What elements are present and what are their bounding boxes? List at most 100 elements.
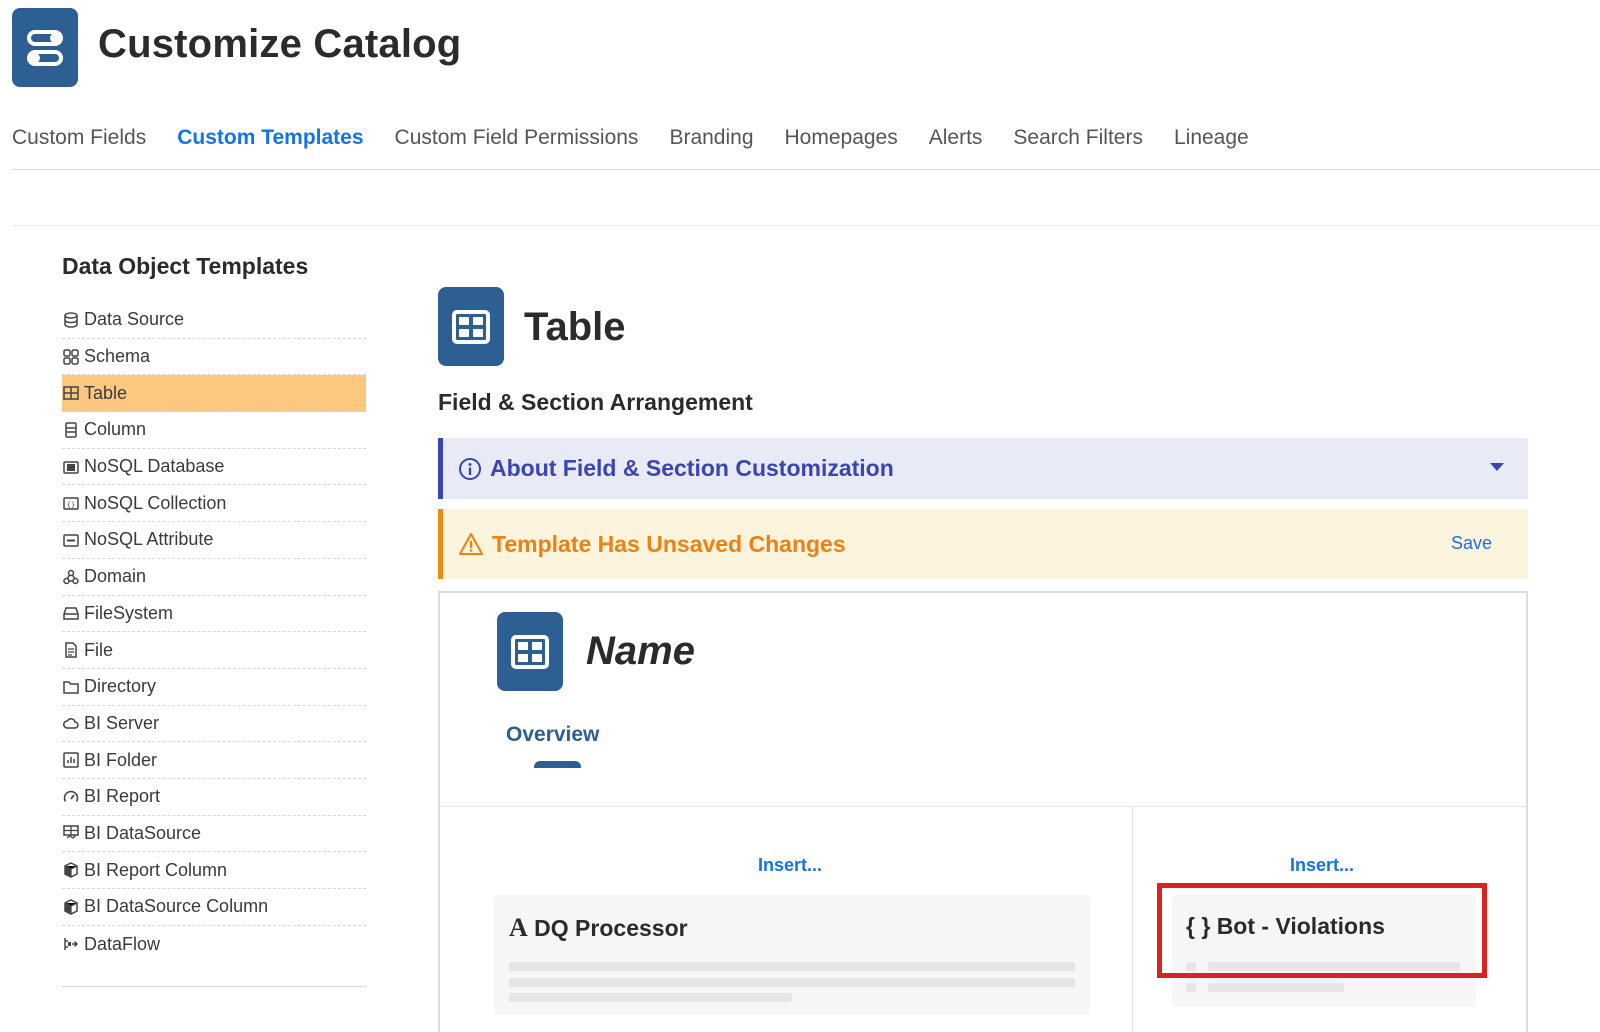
sidebar-item-label: NoSQL Database [84, 456, 225, 477]
nosql-collection-icon: {} [62, 494, 80, 512]
sidebar-item-directory[interactable]: Directory [62, 669, 366, 706]
svg-text:{}: {} [67, 501, 75, 509]
sidebar-item-label: BI Server [84, 712, 160, 733]
sidebar-item-bi-folder[interactable]: BI Folder [62, 742, 366, 779]
warning-icon [459, 533, 483, 555]
tab-alerts[interactable]: Alerts [929, 122, 983, 169]
sidebar-item-label: Column [84, 419, 147, 440]
cloud-icon [62, 714, 80, 732]
tab-search-filters[interactable]: Search Filters [1013, 122, 1143, 169]
filesystem-icon [62, 604, 80, 622]
sidebar-item-nosql-attribute[interactable]: NoSQL Attribute [62, 522, 366, 559]
sidebar-item-bi-server[interactable]: BI Server [62, 706, 366, 743]
table-icon [452, 309, 490, 344]
sidebar-item-bi-datasource-column[interactable]: BI DataSource Column [62, 889, 366, 926]
tab-branding[interactable]: Branding [669, 122, 753, 169]
sidebar-item-domain[interactable]: Domain [62, 559, 366, 596]
tab-overview[interactable]: Overview [506, 723, 599, 747]
sidebar-item-dataflow[interactable]: DataFlow [62, 926, 366, 963]
sidebar-item-column[interactable]: Column [62, 412, 366, 449]
sidebar-item-bi-report[interactable]: BI Report [62, 779, 366, 816]
info-banner-text: About Field & Section Customization [490, 455, 894, 481]
folder-icon [62, 678, 80, 696]
app-logo [12, 8, 78, 87]
tab-custom-field-permissions[interactable]: Custom Field Permissions [395, 122, 639, 169]
bi-datasource-icon [62, 824, 80, 842]
sidebar-item-nosql-database[interactable]: NoSQL Database [62, 449, 366, 486]
tab-custom-fields[interactable]: Custom Fields [12, 122, 146, 169]
template-icon [438, 287, 504, 366]
sidebar-item-file[interactable]: File [62, 632, 366, 669]
sidebar-item-label: BI Report Column [84, 859, 228, 880]
insert-right-button[interactable]: Insert... [1290, 855, 1354, 876]
domain-icon [62, 568, 80, 586]
active-tab-indicator [534, 761, 581, 768]
sidebar-title: Data Object Templates [62, 253, 309, 279]
bi-folder-icon [62, 751, 80, 769]
sidebar-item-label: NoSQL Attribute [84, 529, 214, 550]
sidebar-item-label: File [84, 639, 114, 660]
sidebar-item-label: Domain [84, 566, 147, 587]
column-icon [62, 421, 80, 439]
nosql-attribute-icon [62, 531, 80, 549]
tab-lineage[interactable]: Lineage [1174, 122, 1249, 169]
page-title: Customize Catalog [98, 22, 462, 66]
sidebar-item-label: BI DataSource Column [84, 896, 269, 917]
sidebar-item-label: Directory [84, 676, 157, 697]
sidebar-item-table[interactable]: Table [62, 375, 366, 413]
sidebar-item-label: BI DataSource [84, 822, 202, 843]
field-card-title: A DQ Processor [509, 913, 688, 942]
schema-icon [62, 348, 80, 366]
field-card-dq-processor[interactable]: A DQ Processor [494, 895, 1090, 1015]
sidebar-item-label: DataFlow [84, 933, 161, 954]
text-field-icon: A [509, 913, 528, 942]
column-divider [1132, 807, 1133, 1032]
sidebar-item-label: BI Report [84, 786, 161, 807]
tab-bar: Custom Fields Custom Templates Custom Fi… [12, 122, 1600, 170]
preview-icon [497, 612, 563, 691]
sidebar-item-data-source[interactable]: Data Source [62, 302, 366, 339]
sidebar-item-nosql-collection[interactable]: {} NoSQL Collection [62, 485, 366, 523]
skeleton-line [509, 978, 1075, 987]
template-title: Table [524, 305, 626, 349]
dataflow-icon [62, 935, 80, 953]
sidebar-item-label: FileSystem [84, 602, 174, 623]
sidebar-item-label: NoSQL Collection [84, 492, 227, 513]
nosql-database-icon [62, 458, 80, 476]
annotation-highlight-box [1157, 883, 1487, 978]
sidebar-item-label: Schema [84, 346, 151, 367]
cube-icon [62, 861, 80, 879]
warning-banner: Template Has Unsaved Changes Save [438, 509, 1528, 579]
table-icon [511, 634, 549, 669]
preview-name-title: Name [586, 629, 695, 673]
sidebar-item-bi-datasource[interactable]: BI DataSource [62, 816, 366, 853]
chevron-down-icon[interactable] [1490, 463, 1504, 471]
save-button[interactable]: Save [1451, 533, 1492, 554]
sidebar-divider [62, 986, 366, 987]
sidebar-item-schema[interactable]: Schema [62, 339, 366, 376]
file-icon [62, 641, 80, 659]
skeleton-line [509, 962, 1075, 971]
insert-left-button[interactable]: Insert... [758, 855, 822, 876]
divider [440, 806, 1526, 807]
skeleton-line [1186, 983, 1196, 992]
info-icon [459, 457, 481, 480]
cube-icon [62, 898, 80, 916]
sidebar-item-filesystem[interactable]: FileSystem [62, 596, 366, 633]
sidebar-item-bi-report-column[interactable]: BI Report Column [62, 852, 366, 889]
sidebar-item-label: Table [84, 382, 128, 403]
sidebar-list: Data Source Schema Table Column NoSQL Da… [62, 302, 366, 962]
skeleton-line [509, 993, 792, 1002]
info-banner[interactable]: About Field & Section Customization [438, 438, 1528, 499]
table-icon [62, 384, 80, 402]
sidebar-item-label: Data Source [84, 309, 185, 330]
skeleton-line [1208, 983, 1344, 992]
divider [12, 225, 1600, 226]
gauge-icon [62, 788, 80, 806]
section-heading: Field & Section Arrangement [438, 389, 753, 415]
tab-homepages[interactable]: Homepages [785, 122, 898, 169]
toggle-sliders-icon [27, 29, 63, 66]
sidebar-item-label: BI Folder [84, 749, 158, 770]
tab-custom-templates[interactable]: Custom Templates [177, 122, 363, 169]
warning-banner-text: Template Has Unsaved Changes [492, 530, 846, 557]
